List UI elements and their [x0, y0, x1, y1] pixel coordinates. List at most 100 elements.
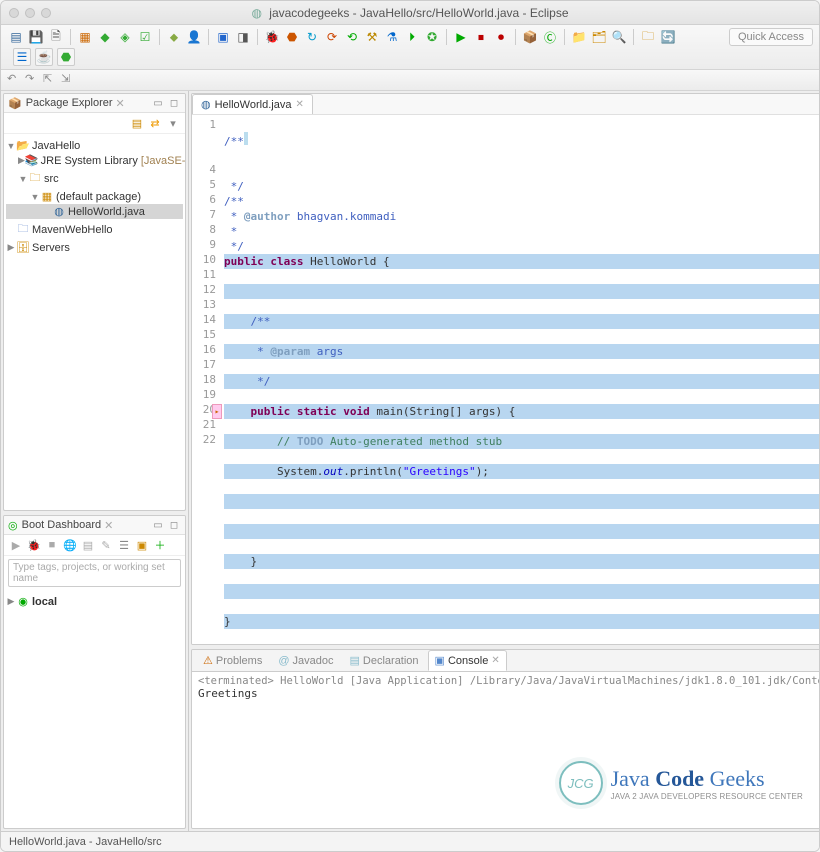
new-icon[interactable]: ▤ — [7, 28, 25, 46]
maximize-view-icon[interactable]: ◻ — [167, 518, 181, 532]
run-last-icon[interactable]: ⏵ — [403, 28, 421, 46]
boot-filter-input[interactable]: Type tags, projects, or working set name — [8, 559, 181, 587]
chevron-down-icon[interactable]: ▼ — [18, 174, 28, 184]
build-icon[interactable]: ⚒ — [363, 28, 381, 46]
restart-icon[interactable]: ⟳ — [323, 28, 341, 46]
forward-icon[interactable]: ↷ — [25, 72, 41, 88]
coverage-icon[interactable]: ⬣ — [283, 28, 301, 46]
resume-icon[interactable]: ▣ — [214, 28, 232, 46]
editor-body[interactable]: 1 45 67 89 1011 1213 1415 1617 1819 2021… — [192, 115, 820, 644]
search-icon[interactable]: 🔍 — [610, 28, 628, 46]
open-perspective-icon[interactable]: ☰ — [13, 48, 31, 66]
globe-icon[interactable]: 🌐 — [62, 537, 78, 553]
tab-label: Javadoc — [293, 655, 334, 667]
terminate-icon[interactable]: ⏺ — [492, 28, 510, 46]
debug-boot-icon[interactable]: 🐞 — [26, 537, 42, 553]
package-explorer-tree[interactable]: ▼ 📂 JavaHello ▶ 📚 JRE System Library [Ja… — [4, 134, 185, 259]
maximize-view-icon[interactable]: ◻ — [167, 96, 181, 110]
open-project-icon[interactable]: 🗂 — [590, 28, 608, 46]
chevron-down-icon[interactable]: ▼ — [6, 141, 16, 151]
new-package-icon[interactable]: 📦 — [521, 28, 539, 46]
package-explorer-header: 📦 Package Explorer ✕ ▭ ◻ — [4, 94, 185, 113]
zoom-window-icon[interactable] — [41, 8, 51, 18]
debug-last-icon[interactable]: ✪ — [423, 28, 441, 46]
boot-local[interactable]: ▶ ◉ local — [6, 594, 183, 609]
package-explorer-toolbar: ▤ ⇆ ▾ — [4, 113, 185, 134]
separator — [257, 29, 258, 45]
run-icon[interactable]: ▶ — [452, 28, 470, 46]
skip-breakpoints-icon[interactable]: ⬥ — [165, 28, 183, 46]
open-type-icon[interactable]: ◆ — [96, 28, 114, 46]
spring-perspective-icon[interactable]: ⬣ — [57, 48, 75, 66]
minimize-view-icon[interactable]: ▭ — [151, 518, 165, 532]
close-window-icon[interactable] — [9, 8, 19, 18]
quick-fix-marker-icon[interactable]: ▸ — [212, 404, 222, 419]
last-edit-icon[interactable]: ⇱ — [43, 72, 59, 88]
window-titlebar: ◍ javacodegeeks - JavaHello/src/HelloWor… — [1, 1, 819, 25]
checkbox-icon[interactable]: ☑ — [136, 28, 154, 46]
switch-editor-icon[interactable]: ▦ — [76, 28, 94, 46]
redeploy-icon[interactable]: ⟲ — [343, 28, 361, 46]
java-perspective-icon[interactable]: ☕ — [35, 48, 53, 66]
back-icon[interactable]: ↶ — [7, 72, 23, 88]
folder-icon[interactable]: 🗀 — [639, 28, 657, 46]
tree-project-maven[interactable]: 🗀 MavenWebHello — [6, 219, 183, 240]
chevron-right-icon[interactable]: ▶ — [18, 155, 25, 166]
edit-icon[interactable]: ✎ — [98, 537, 114, 553]
save-all-icon[interactable]: 🗎 — [47, 28, 65, 46]
chevron-right-icon[interactable]: ▶ — [6, 596, 16, 607]
close-tab-icon[interactable]: ✕ — [491, 655, 499, 666]
save-icon[interactable]: 💾 — [27, 28, 45, 46]
chevron-right-icon[interactable]: ▶ — [6, 242, 16, 253]
tree-project[interactable]: ▼ 📂 JavaHello — [6, 138, 183, 153]
editor-tab-active[interactable]: ◍ HelloWorld.java ✕ — [192, 94, 313, 114]
boot-tree[interactable]: ▶ ◉ local — [4, 590, 185, 613]
add-icon[interactable]: ＋ — [152, 537, 168, 553]
problems-icon: ⚠ — [203, 654, 213, 667]
quick-access-input[interactable]: Quick Access — [729, 28, 813, 46]
console-launch-meta: <terminated> HelloWorld [Java Applicatio… — [198, 675, 820, 687]
debug-icon[interactable]: 🐞 — [263, 28, 281, 46]
declaration-icon: ▤ — [350, 654, 360, 667]
close-view-icon[interactable]: ✕ — [104, 519, 113, 532]
editor-code[interactable]: /** */ /** * @author bhagvan.kommadi * *… — [220, 115, 820, 644]
tree-src[interactable]: ▼ 🗀 src — [6, 168, 183, 189]
person-icon[interactable]: 👤 — [185, 28, 203, 46]
minimize-view-icon[interactable]: ▭ — [151, 96, 165, 110]
close-view-icon[interactable]: ✕ — [116, 97, 125, 110]
tab-declaration[interactable]: ▤ Declaration — [343, 650, 426, 671]
console-body[interactable]: <terminated> HelloWorld [Java Applicatio… — [192, 672, 820, 828]
tree-package[interactable]: ▼ ▦ (default package) — [6, 189, 183, 204]
tree-label: src — [44, 173, 59, 185]
collapse-icon[interactable]: ▣ — [134, 537, 150, 553]
open-task-icon[interactable]: ◈ — [116, 28, 134, 46]
collapse-all-icon[interactable]: ▤ — [129, 115, 145, 131]
stop-icon[interactable]: ⏹ — [472, 28, 490, 46]
tree-jre[interactable]: ▶ 📚 JRE System Library [JavaSE-1.8] — [6, 153, 183, 168]
tab-label: Console — [448, 655, 488, 667]
ant-icon[interactable]: ⚗ — [383, 28, 401, 46]
tree-file-selected[interactable]: ◍ HelloWorld.java — [6, 204, 183, 219]
tab-console[interactable]: ▣ Console ✕ — [428, 650, 507, 671]
tab-javadoc[interactable]: @ Javadoc — [271, 651, 340, 671]
list-icon[interactable]: ☰ — [116, 537, 132, 553]
editor-tab-label: HelloWorld.java — [215, 99, 292, 111]
start-icon[interactable]: ▶ — [8, 537, 24, 553]
open-resource-icon[interactable]: 📁 — [570, 28, 588, 46]
next-annotation-icon[interactable]: ⇲ — [61, 72, 77, 88]
new-class-icon[interactable]: Ⓒ — [541, 28, 559, 46]
tab-label: Declaration — [363, 655, 419, 667]
refresh-icon[interactable]: ↻ — [303, 28, 321, 46]
java-file-icon: ◍ — [52, 205, 66, 218]
chevron-down-icon[interactable]: ▼ — [30, 192, 40, 202]
close-tab-icon[interactable]: ✕ — [295, 99, 303, 110]
tree-servers[interactable]: ▶ 🗄 Servers — [6, 240, 183, 255]
stop-boot-icon[interactable]: ■ — [44, 537, 60, 553]
tab-problems[interactable]: ⚠ Problems — [196, 650, 269, 671]
console-icon[interactable]: ▤ — [80, 537, 96, 553]
view-menu-icon[interactable]: ▾ — [165, 115, 181, 131]
suspend-icon[interactable]: ◨ — [234, 28, 252, 46]
refresh-ws-icon[interactable]: 🔄 — [659, 28, 677, 46]
minimize-window-icon[interactable] — [25, 8, 35, 18]
link-editor-icon[interactable]: ⇆ — [147, 115, 163, 131]
